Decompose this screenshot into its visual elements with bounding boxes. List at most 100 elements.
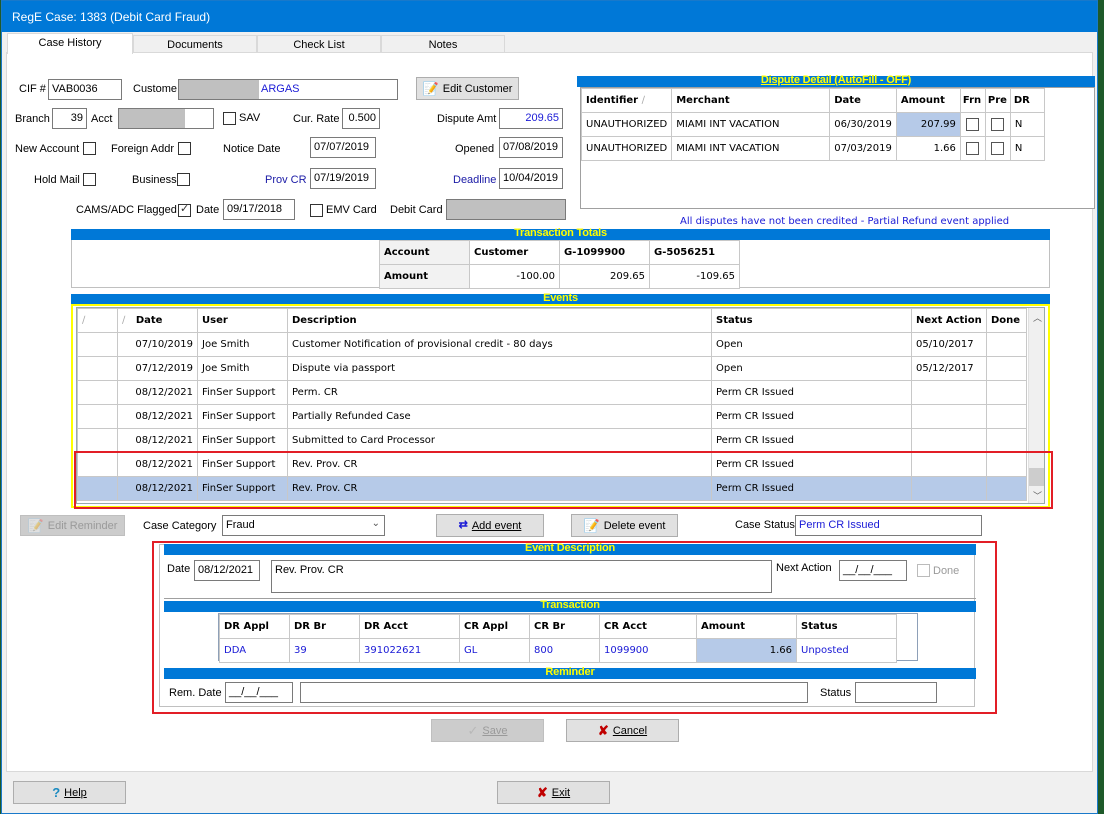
case-status-field[interactable]: Perm CR Issued — [795, 515, 982, 536]
customer-field[interactable]: ARGAS — [178, 79, 398, 100]
deadline-field[interactable]: 10/04/2019 — [499, 168, 563, 189]
edit-customer-button[interactable]: 📝 Edit Customer — [416, 77, 519, 100]
sav-checkbox[interactable] — [223, 112, 236, 125]
col-sort[interactable]: ∕ — [77, 308, 118, 333]
cr-acct-cell: 1099900 — [599, 638, 697, 663]
transaction-totals-table: Account Customer G-1099900 G-5056251 Amo… — [379, 240, 740, 289]
new-account-checkbox[interactable] — [83, 142, 96, 155]
dispute-detail-header: Dispute Detail (AutoFill - OFF) — [577, 75, 1095, 87]
event-row[interactable]: 08/12/2021 FinSer Support Perm. CR Perm CR … — [77, 380, 1027, 405]
add-event-button[interactable]: ⇄ Add event — [436, 514, 544, 537]
next-action-cell — [911, 404, 987, 429]
col-identifier[interactable]: Identifier ∕ — [580, 88, 673, 113]
event-row[interactable]: 08/12/2021 FinSer Support Partially Refund… — [77, 404, 1027, 429]
done-cell — [986, 476, 1027, 501]
cif-field[interactable]: VAB0036 — [48, 79, 122, 100]
event-date-field[interactable]: 08/12/2021 — [194, 560, 260, 581]
reminder-status-field[interactable] — [855, 682, 937, 703]
scroll-thumb[interactable] — [1029, 468, 1044, 486]
next-action-cell — [911, 476, 987, 501]
dispute-row[interactable]: UNAUTHORIZED MIAMI INT VACATION 06/30/20… — [580, 112, 1045, 137]
emv-card-checkbox[interactable] — [310, 204, 323, 217]
prov-cr-field[interactable]: 07/19/2019 — [310, 168, 376, 189]
dispute-row[interactable]: UNAUTHORIZED MIAMI INT VACATION 07/03/20… — [580, 136, 1045, 161]
col-status[interactable]: Status — [796, 614, 897, 639]
rem-date-label: Rem. Date — [169, 687, 222, 699]
scroll-down-icon[interactable]: ﹀ — [1033, 489, 1042, 502]
cancel-button[interactable]: ✘ Cancel — [566, 719, 679, 742]
event-description-field[interactable]: Rev. Prov. CR — [271, 560, 772, 593]
col-merchant[interactable]: Merchant — [671, 88, 831, 113]
col-cr-acct[interactable]: CR Acct — [599, 614, 697, 639]
col-cr-appl[interactable]: CR Appl — [459, 614, 530, 639]
foreign-addr-checkbox[interactable] — [178, 142, 191, 155]
cr-appl-cell: GL — [459, 638, 530, 663]
business-checkbox[interactable] — [177, 173, 190, 186]
tab-check-list[interactable]: Check List — [257, 35, 381, 53]
event-row[interactable]: 07/12/2019 Joe Smith Dispute via passport O… — [77, 356, 1027, 381]
amount-cell[interactable]: 1.66 — [696, 638, 797, 663]
pre-checkbox[interactable] — [991, 142, 1005, 155]
events-scrollbar[interactable]: ︿ ﹀ — [1028, 308, 1044, 503]
add-event-icon: ⇄ — [458, 519, 468, 531]
col-status[interactable]: Status — [711, 308, 912, 333]
cams-date-field[interactable]: 09/17/2018 — [223, 199, 295, 220]
case-category-select[interactable]: Fraud ⌄ — [222, 515, 385, 536]
col-dr-br[interactable]: DR Br — [289, 614, 360, 639]
tab-case-history[interactable]: Case History — [7, 33, 133, 54]
notice-date-label: Notice Date — [223, 143, 281, 155]
col-pre[interactable]: Pre — [984, 88, 1011, 113]
exit-button[interactable]: ✘ Exit — [497, 781, 610, 804]
scroll-up-icon[interactable]: ︿ — [1033, 311, 1042, 324]
col-done[interactable]: Done — [986, 308, 1027, 333]
cams-checkbox[interactable] — [178, 202, 191, 217]
frn-checkbox[interactable] — [966, 142, 980, 155]
hold-mail-checkbox[interactable] — [83, 173, 96, 186]
col-date[interactable]: Date — [829, 88, 897, 113]
transaction-row[interactable]: DDA 39 391022621 GL 800 1099900 1.66 Unp… — [219, 638, 897, 663]
next-action-field[interactable]: __/__/___ — [839, 560, 907, 581]
amount-cell[interactable]: 1.66 — [895, 136, 961, 161]
acct-field[interactable] — [118, 108, 214, 129]
col-date[interactable]: ∕ Date — [117, 308, 198, 333]
col-cr-br[interactable]: CR Br — [529, 614, 600, 639]
date-cell: 07/12/2019 — [117, 356, 198, 381]
col-amount[interactable]: Amount — [696, 614, 797, 639]
col-frn[interactable]: Frn — [959, 88, 986, 113]
col-description[interactable]: Description — [287, 308, 712, 333]
help-button[interactable]: ? Help — [13, 781, 126, 804]
transaction-grid: DR Appl DR Br DR Acct CR Appl CR Br CR A… — [218, 613, 918, 663]
reminder-text-field[interactable] — [300, 682, 808, 703]
branch-field[interactable]: 39 — [52, 108, 87, 129]
opened-field[interactable]: 07/08/2019 — [499, 137, 563, 158]
tab-notes[interactable]: Notes — [381, 35, 505, 53]
notice-date-field[interactable]: 07/07/2019 — [310, 137, 376, 158]
rem-date-field[interactable]: __/__/___ — [225, 682, 293, 703]
debit-card-field[interactable] — [446, 199, 566, 220]
col-dr-appl[interactable]: DR Appl — [219, 614, 290, 639]
col-next-action[interactable]: Next Action — [911, 308, 987, 333]
event-row[interactable]: 07/10/2019 Joe Smith Customer Notification… — [77, 332, 1027, 357]
save-button[interactable]: ✓ Save — [431, 719, 544, 742]
frn-checkbox[interactable] — [966, 118, 980, 131]
event-row[interactable]: 08/12/2021 FinSer Support Rev. Prov. CR Per… — [77, 452, 1027, 477]
col-dr[interactable]: DR — [1009, 88, 1045, 113]
tab-documents[interactable]: Documents — [133, 35, 257, 53]
cur-rate-field[interactable]: 0.500 — [342, 108, 380, 129]
done-checkbox[interactable] — [917, 564, 930, 577]
description-cell: Perm. CR — [287, 380, 712, 405]
col-user[interactable]: User — [197, 308, 288, 333]
col-amount[interactable]: Amount — [895, 88, 961, 113]
delete-event-button[interactable]: 📝 Delete event — [571, 514, 678, 537]
dispute-amt-field[interactable]: 209.65 — [499, 108, 563, 129]
next-action-cell — [911, 452, 987, 477]
event-row[interactable]: 08/12/2021 FinSer Support Submitted to Car… — [77, 428, 1027, 453]
amount-cell[interactable]: 207.99 — [895, 112, 961, 137]
events-table: ∕ ∕ Date User Description Status Next Ac… — [77, 308, 1027, 501]
date-cell: 07/10/2019 — [117, 332, 198, 357]
edit-reminder-button[interactable]: 📝 Edit Reminder — [20, 515, 125, 536]
col-dr-acct[interactable]: DR Acct — [359, 614, 460, 639]
col-customer: Customer — [469, 240, 560, 265]
pre-checkbox[interactable] — [991, 118, 1005, 131]
event-row[interactable]: 08/12/2021 FinSer Support Rev. Prov. CR Per… — [77, 476, 1027, 501]
